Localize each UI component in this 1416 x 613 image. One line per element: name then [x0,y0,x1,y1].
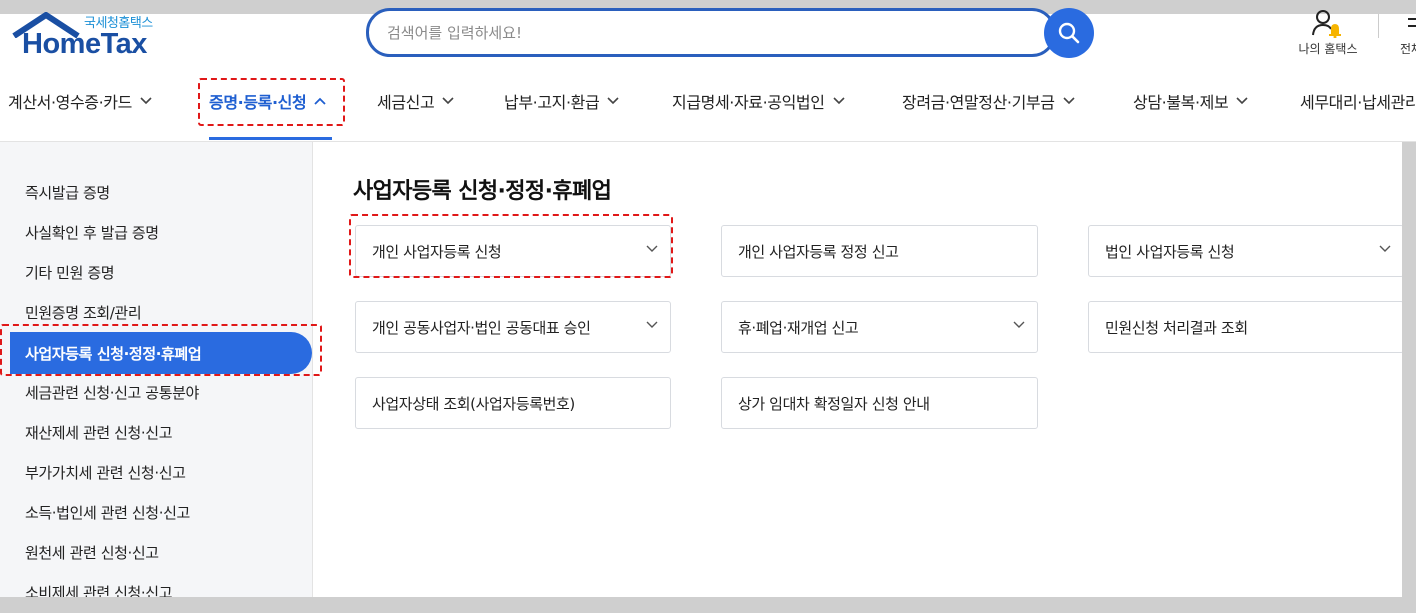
main-nav: 계산서·영수증·카드 증명·등록·신청 세금신고 납부·고지·환급 지급명세·자… [0,78,1416,124]
chevron-down-icon [1063,97,1075,105]
card-label: 휴·폐업·재개업 신고 [738,319,859,337]
sidebar-item-income-corporate-tax[interactable]: 소득·법인세 관련 신청·신고 [25,502,190,523]
logo-name: HomeTax [22,28,147,60]
all-menu-button[interactable]: 전체 [1396,8,1416,58]
card-individual-business-registration[interactable]: 개인 사업자등록 신청 [355,225,671,277]
sidebar-item-property-tax[interactable]: 재산제세 관련 신청·신고 [25,422,173,443]
main-content [313,142,1402,597]
page-title: 사업자등록 신청·정정·휴폐업 [353,179,612,204]
card-label: 민원신청 처리결과 조회 [1105,319,1248,337]
nav-item-payment-statements[interactable]: 지급명세·자료·공익법인 [672,78,845,124]
chevron-down-icon [1013,321,1025,328]
card-business-status-lookup[interactable]: 사업자상태 조회(사업자등록번호) [355,377,671,429]
user-bell-icon [1312,10,1341,38]
sidebar-item-certificate-management[interactable]: 민원증명 조회/관리 [25,302,142,323]
nav-item-certificates[interactable]: 증명·등록·신청 [209,78,326,124]
sidebar-item-business-registration[interactable]: 사업자등록 신청·정정·휴폐업 [10,332,312,374]
nav-item-label: 세금신고 [377,93,435,112]
active-nav-underline [209,137,332,140]
card-joint-business-approval[interactable]: 개인 공동사업자·법인 공동대표 승인 [355,301,671,353]
chevron-down-icon [1379,245,1391,252]
chevron-down-icon [646,321,658,328]
card-label: 사업자상태 조회(사업자등록번호) [372,395,575,413]
chevron-down-icon [833,97,845,105]
sidebar-item-common-tax-requests[interactable]: 세금관련 신청·신고 공통분야 [25,382,199,403]
sidebar-item-verified-certificates[interactable]: 사실확인 후 발급 증명 [25,222,159,243]
card-individual-registration-correction[interactable]: 개인 사업자등록 정정 신고 [721,225,1038,277]
nav-item-consultation[interactable]: 상담·불복·제보 [1133,78,1248,124]
card-label: 개인 공동사업자·법인 공동대표 승인 [372,319,591,337]
card-corporate-business-registration[interactable]: 법인 사업자등록 신청 [1088,225,1404,277]
chevron-down-icon [140,97,152,105]
nav-item-tax-filing[interactable]: 세금신고 [377,78,454,124]
nav-item-invoices[interactable]: 계산서·영수증·카드 [8,78,152,124]
card-label: 개인 사업자등록 정정 신고 [738,243,899,261]
search-input[interactable] [387,21,987,45]
card-label: 상가 임대차 확정일자 신청 안내 [738,395,930,413]
search-button[interactable] [1044,8,1094,58]
chevron-down-icon [607,97,619,105]
sidebar: 즉시발급 증명 사실확인 후 발급 증명 기타 민원 증명 민원증명 조회/관리… [0,142,313,602]
all-menu-label: 전체 [1400,42,1416,56]
card-request-result-lookup[interactable]: 민원신청 처리결과 조회 [1088,301,1404,353]
search-box [366,8,1056,57]
my-hometax-button[interactable]: 나의 홈택스 [1290,8,1366,58]
card-suspension-closure-report[interactable]: 휴·폐업·재개업 신고 [721,301,1038,353]
chevron-down-icon [442,97,454,105]
my-hometax-label: 나의 홈택스 [1298,42,1358,56]
header-divider [1378,14,1379,38]
nav-item-payment[interactable]: 납부·고지·환급 [504,78,619,124]
nav-item-label: 장려금·연말정산·기부금 [902,93,1055,112]
page: 국세청홈택스 HomeTax 나의 홈택스 [0,0,1416,613]
card-label: 법인 사업자등록 신청 [1105,243,1235,261]
nav-item-tax-agent[interactable]: 세무대리·납세관리 [1300,78,1416,124]
nav-item-label: 계산서·영수증·카드 [8,93,132,112]
nav-item-label: 증명·등록·신청 [209,93,307,112]
nav-item-label: 지급명세·자료·공익법인 [672,93,825,112]
card-lease-date-guide[interactable]: 상가 임대차 확정일자 신청 안내 [721,377,1038,429]
hometax-logo[interactable]: 국세청홈택스 HomeTax [10,10,170,60]
search-icon [1058,22,1080,44]
nav-item-incentives[interactable]: 장려금·연말정산·기부금 [902,78,1075,124]
chevron-down-icon [646,245,658,252]
sidebar-item-vat[interactable]: 부가가치세 관련 신청·신고 [25,462,186,483]
card-label: 개인 사업자등록 신청 [372,243,502,261]
nav-item-label: 세무대리·납세관리 [1300,93,1416,112]
menu-icon [1408,18,1416,27]
right-gray-margin [1402,142,1416,613]
sidebar-item-other-certificates[interactable]: 기타 민원 증명 [25,262,115,283]
sidebar-item-withholding-tax[interactable]: 원천세 관련 신청·신고 [25,542,159,563]
nav-item-label: 상담·불복·제보 [1133,93,1229,112]
chevron-up-icon [314,97,326,105]
nav-item-label: 납부·고지·환급 [504,93,600,112]
sidebar-item-instant-certificates[interactable]: 즉시발급 증명 [25,182,110,203]
chevron-down-icon [1236,97,1248,105]
bottom-gray-margin [0,597,1416,613]
header: 국세청홈택스 HomeTax 나의 홈택스 [0,0,1416,142]
sidebar-item-label: 사업자등록 신청·정정·휴폐업 [25,345,202,363]
